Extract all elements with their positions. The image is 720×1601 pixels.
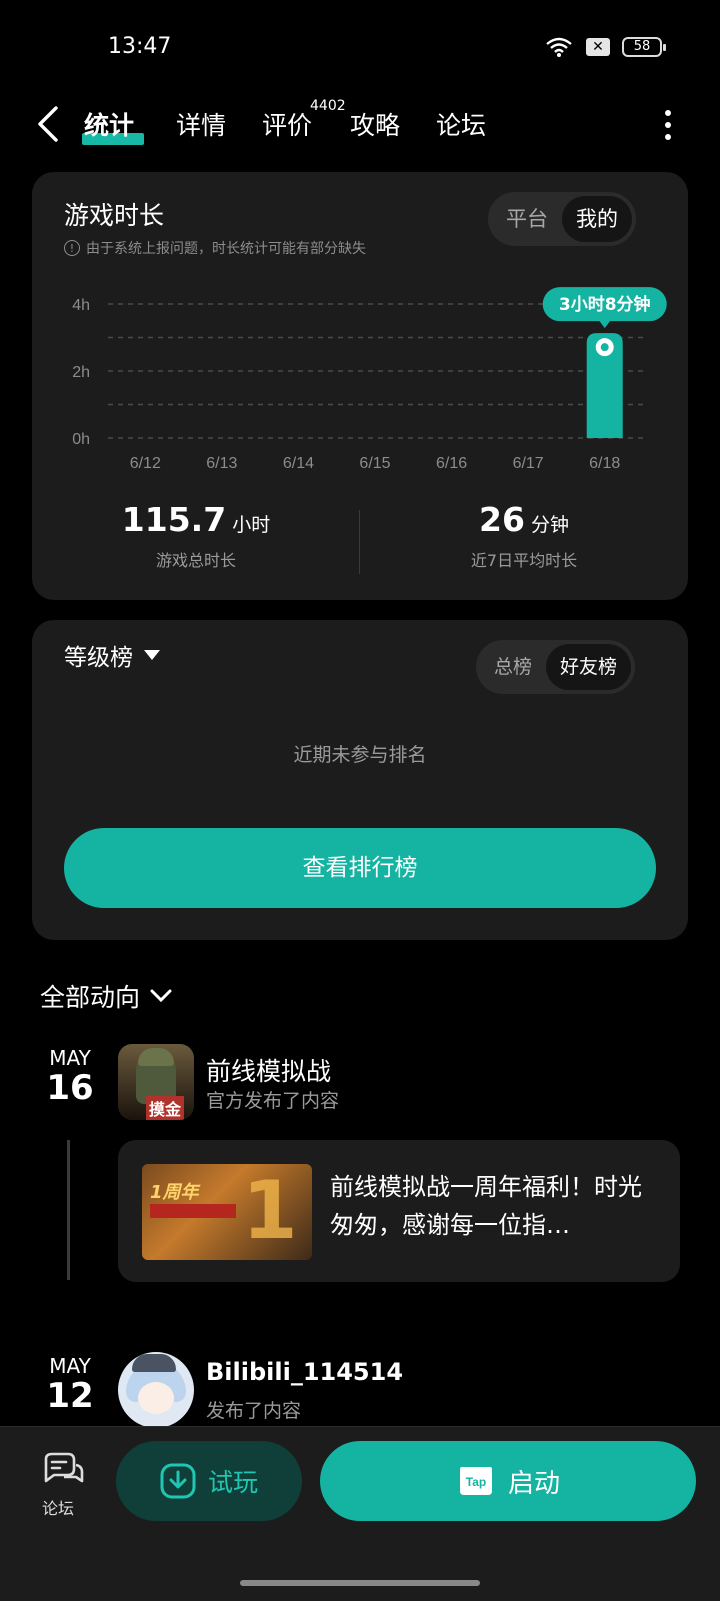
reviews-count-badge: 4402: [310, 98, 346, 114]
feed-action-text: 官方发布了内容: [206, 1090, 340, 1112]
chart-y-tick-label: 2h: [72, 364, 90, 381]
playtime-notice: ! 由于系统上报问题，时长统计可能有部分缺失: [64, 238, 366, 258]
chart-x-tick-label: 6/12: [130, 455, 161, 472]
feed-date: MAY 12: [40, 1354, 100, 1414]
feed-title: 全部动向: [40, 983, 141, 1012]
playtime-chart: 4h 2h 0h 6/12 6/13 6/14 6/15 6/16 6/17 6/18 3小时8分钟: [72, 287, 667, 472]
ranking-card: 等级榜 总榜 好友榜 近期未参与排名 查看排行榜: [32, 620, 688, 940]
view-ranking-button[interactable]: 查看排行榜: [64, 828, 656, 908]
chart-x-tick-label: 6/16: [436, 455, 467, 472]
chart-y-tick-label: 4h: [72, 297, 90, 314]
status-time: 13:47: [108, 34, 172, 59]
playtime-scope-toggle: 平台 我的: [488, 192, 636, 246]
try-play-button[interactable]: 试玩: [116, 1441, 302, 1521]
playtime-title: 游戏时长: [64, 201, 165, 230]
chevron-down-icon: [150, 989, 172, 1003]
taptap-logo-text: Tap: [466, 1475, 486, 1489]
average-playtime-value: 26: [479, 500, 525, 539]
chart-bar-marker-center: [600, 343, 609, 352]
post-text: 前线模拟战一周年福利！时光匆匆，感谢每一位指…: [330, 1173, 642, 1239]
chart-tooltip-pointer: [598, 320, 611, 329]
feed-date-month: MAY: [49, 1046, 91, 1070]
more-options-icon[interactable]: [664, 110, 672, 144]
game-avatar-tag: 摸金: [146, 1096, 185, 1120]
feed-date-month: MAY: [49, 1354, 91, 1378]
average-playtime-label: 近7日平均时长: [470, 551, 578, 570]
ranking-selector[interactable]: 等级榜: [64, 638, 161, 672]
feed-date: MAY 16: [40, 1046, 100, 1106]
feed-author-name[interactable]: Bilibili_114514: [206, 1358, 403, 1386]
tab-details[interactable]: 详情: [176, 106, 226, 142]
toggle-overall-ranking[interactable]: 总榜: [480, 644, 546, 690]
ranking-empty-text: 近期未参与排名: [293, 744, 427, 766]
forum-label[interactable]: 论坛: [42, 1495, 74, 1519]
ranking-title: 等级榜: [64, 645, 133, 671]
try-play-label: 试玩: [207, 1468, 258, 1497]
launch-button[interactable]: Tap 启动: [320, 1441, 696, 1521]
feed-filter[interactable]: 全部动向: [40, 978, 172, 1014]
info-icon: !: [64, 240, 80, 256]
chart-x-tick-label: 6/14: [283, 455, 314, 472]
taptap-logo-icon: Tap: [459, 1467, 492, 1495]
toggle-mine[interactable]: 我的: [562, 196, 632, 242]
total-playtime-value: 115.7: [121, 500, 227, 539]
chart-y-tick-label: 0h: [72, 431, 90, 448]
toggle-friends-ranking[interactable]: 好友榜: [546, 644, 632, 690]
playtime-notice-text: 由于系统上报问题，时长统计可能有部分缺失: [86, 241, 366, 257]
status-bar: 13:47 ✕ 58: [0, 0, 720, 92]
average-playtime: 26 分钟 近7日平均时长: [360, 500, 688, 571]
timeline-line: [67, 1140, 70, 1280]
post-thumbnail: 1 1周年: [142, 1164, 312, 1260]
toggle-platform[interactable]: 平台: [492, 196, 562, 242]
feed-post-card[interactable]: 1 1周年 前线模拟战一周年福利！时光匆匆，感谢每一位指…: [118, 1140, 680, 1282]
download-icon: [160, 1463, 196, 1499]
back-arrow-icon[interactable]: [34, 104, 64, 144]
no-sim-icon: ✕: [586, 38, 610, 56]
feed-author-name[interactable]: 前线模拟战: [206, 1052, 331, 1088]
wifi-icon: [546, 37, 572, 57]
chart-x-tick-label: 6/15: [359, 455, 390, 472]
user-avatar[interactable]: [118, 1352, 194, 1428]
chart-x-tick-label: 6/13: [206, 455, 237, 472]
chart-x-tick-label: 6/17: [513, 455, 544, 472]
forum-icon[interactable]: [40, 1451, 84, 1491]
bottom-action-bar: 论坛 试玩 Tap 启动: [0, 1426, 720, 1601]
total-playtime: 115.7 小时 游戏总时长: [32, 500, 360, 571]
feed-action-text: 发布了内容: [206, 1400, 302, 1422]
feed-date-day: 12: [46, 1376, 94, 1416]
average-playtime-unit: 分钟: [530, 514, 569, 536]
playtime-card: 游戏时长 ! 由于系统上报问题，时长统计可能有部分缺失 平台 我的 4h 2h 0h…: [32, 172, 688, 600]
tab-forum[interactable]: 论坛: [436, 106, 486, 142]
chart-x-tick-label: 6/18: [589, 455, 620, 472]
total-playtime-label: 游戏总时长: [155, 551, 236, 570]
game-avatar[interactable]: 摸金: [118, 1044, 194, 1120]
feed-date-day: 16: [46, 1068, 94, 1108]
tab-stats[interactable]: 统计: [84, 106, 134, 142]
ranking-scope-toggle: 总榜 好友榜: [476, 640, 636, 694]
battery-level: 58: [633, 39, 651, 54]
post-thumbnail-banner: 1周年: [150, 1182, 199, 1203]
tab-guides[interactable]: 攻略: [350, 106, 400, 142]
total-playtime-unit: 小时: [232, 514, 271, 536]
top-nav: 统计 详情 评价 4402 攻略 论坛: [0, 92, 720, 162]
chart-tooltip-text: 3小时8分钟: [559, 294, 651, 315]
battery-icon: 58: [622, 37, 666, 57]
launch-label: 启动: [507, 1468, 560, 1499]
caret-down-icon: [144, 650, 160, 660]
home-indicator[interactable]: [240, 1580, 480, 1586]
tab-reviews[interactable]: 评价: [262, 106, 312, 142]
